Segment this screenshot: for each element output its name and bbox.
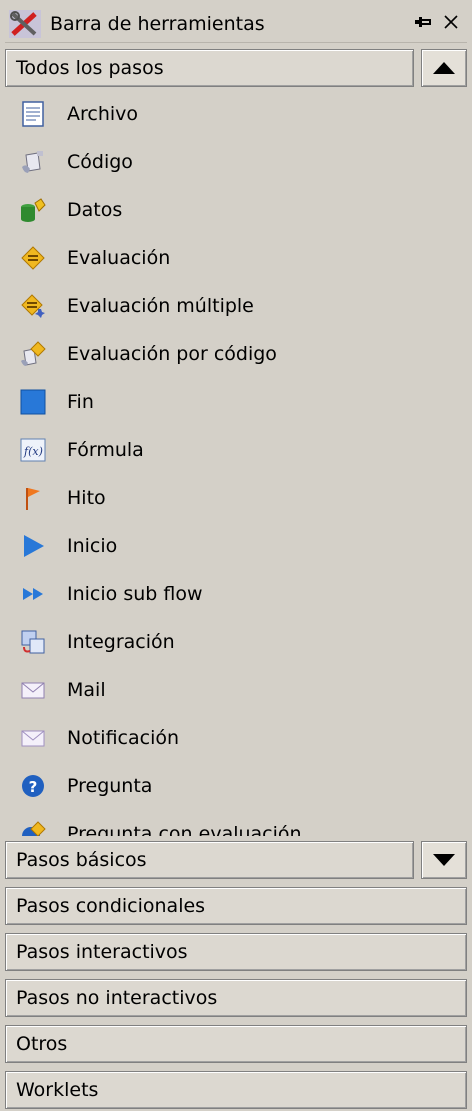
list-item-inicio[interactable]: Inicio — [5, 522, 467, 570]
group-label: Pasos interactivos — [16, 941, 188, 963]
integration-icon — [19, 628, 47, 656]
list-item-archivo[interactable]: Archivo — [5, 90, 467, 138]
group-header-pasos-basicos[interactable]: Pasos básicos — [5, 841, 414, 879]
multiple-evaluation-icon — [19, 292, 47, 320]
group-header-pasos-condicionales[interactable]: Pasos condicionales — [5, 887, 467, 925]
list-item-notificacion[interactable]: Notificación — [5, 714, 467, 762]
group-label: Todos los pasos — [16, 57, 164, 79]
end-square-icon — [19, 388, 47, 416]
list-item-fin[interactable]: Fin — [5, 378, 467, 426]
evaluation-diamond-icon — [19, 244, 47, 272]
list-item-evaluacion-por-codigo[interactable]: Evaluación por código — [5, 330, 467, 378]
question-icon: ? — [19, 772, 47, 800]
group-header-pasos-no-interactivos[interactable]: Pasos no interactivos — [5, 979, 467, 1017]
item-label: Notificación — [67, 727, 180, 749]
list-item-datos[interactable]: Datos — [5, 186, 467, 234]
item-label: Evaluación múltiple — [67, 295, 254, 317]
item-label: Pregunta — [67, 775, 153, 797]
question-evaluation-icon — [19, 820, 47, 836]
item-label: Archivo — [67, 103, 139, 125]
panel-titlebar: Barra de herramientas — [5, 6, 467, 43]
item-label: Código — [67, 151, 133, 173]
document-icon — [19, 100, 47, 128]
list-item-inicio-sub-flow[interactable]: Inicio sub flow — [5, 570, 467, 618]
mail-icon — [19, 676, 47, 704]
svg-text:f(x): f(x) — [23, 445, 43, 458]
group-label: Pasos básicos — [16, 849, 147, 871]
arrow-down-icon — [433, 854, 455, 866]
list-item-pregunta[interactable]: ? Pregunta — [5, 762, 467, 810]
list-item-evaluacion-multiple[interactable]: Evaluación múltiple — [5, 282, 467, 330]
group-label: Pasos no interactivos — [16, 987, 218, 1009]
group-label: Otros — [16, 1033, 68, 1055]
double-play-icon — [19, 580, 47, 608]
item-label: Mail — [67, 679, 106, 701]
list-item-integracion[interactable]: Integración — [5, 618, 467, 666]
expand-group-button[interactable] — [421, 841, 467, 879]
list-item-formula[interactable]: f(x) Fórmula — [5, 426, 467, 474]
step-list[interactable]: Archivo Código Datos Evaluación Evaluaci… — [5, 90, 467, 836]
list-item-mail[interactable]: Mail — [5, 666, 467, 714]
code-icon — [19, 148, 47, 176]
arrow-up-icon — [433, 62, 455, 74]
group-header-todos-los-pasos[interactable]: Todos los pasos — [5, 49, 414, 87]
svg-text:?: ? — [29, 778, 38, 796]
formula-icon: f(x) — [19, 436, 47, 464]
item-label: Fórmula — [67, 439, 144, 461]
item-label: Datos — [67, 199, 123, 221]
item-label: Inicio — [67, 535, 118, 557]
item-label: Inicio sub flow — [67, 583, 203, 605]
play-icon — [19, 532, 47, 560]
item-label: Integración — [67, 631, 175, 653]
group-header-worklets[interactable]: Worklets — [5, 1071, 467, 1109]
tools-icon — [8, 9, 42, 39]
list-item-pregunta-con-evaluacion[interactable]: Pregunta con evaluación — [5, 810, 467, 836]
item-label: Pregunta con evaluación — [67, 823, 302, 836]
pin-icon[interactable] — [413, 14, 433, 34]
list-item-evaluacion[interactable]: Evaluación — [5, 234, 467, 282]
collapse-group-button[interactable] — [421, 49, 467, 87]
flag-icon — [19, 484, 47, 512]
panel-title: Barra de herramientas — [50, 13, 265, 35]
notification-mail-icon — [19, 724, 47, 752]
group-header-pasos-interactivos[interactable]: Pasos interactivos — [5, 933, 467, 971]
database-icon — [19, 196, 47, 224]
group-label: Pasos condicionales — [16, 895, 206, 917]
close-icon[interactable] — [443, 14, 459, 34]
item-label: Evaluación por código — [67, 343, 277, 365]
group-header-otros[interactable]: Otros — [5, 1025, 467, 1063]
group-label: Worklets — [16, 1079, 99, 1101]
list-item-hito[interactable]: Hito — [5, 474, 467, 522]
item-label: Evaluación — [67, 247, 171, 269]
item-label: Hito — [67, 487, 106, 509]
list-item-codigo[interactable]: Código — [5, 138, 467, 186]
code-evaluation-icon — [19, 340, 47, 368]
item-label: Fin — [67, 391, 94, 413]
